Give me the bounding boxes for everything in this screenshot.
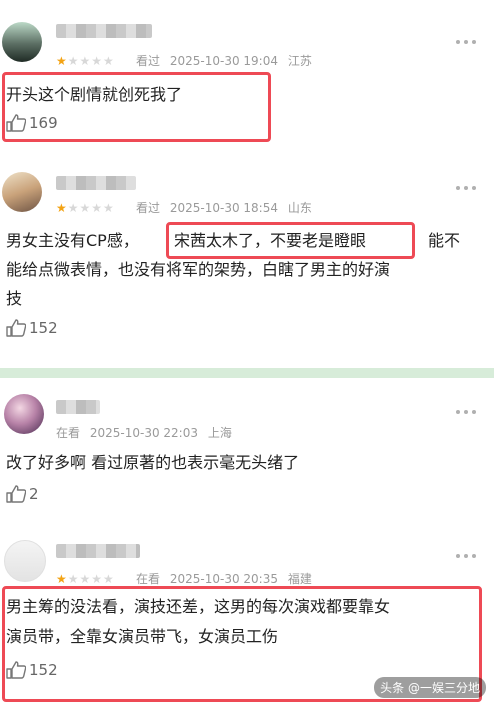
comment-location: 江苏	[287, 54, 312, 68]
watch-status: 看过	[136, 54, 161, 68]
star-rating: ★★★★★	[56, 201, 115, 215]
comment-date: 2025-10-30 18:54	[169, 201, 278, 215]
comment-meta: 看过 2025-10-30 19:04 江苏	[136, 54, 318, 68]
comment-date: 2025-10-30 19:04	[169, 54, 278, 68]
avatar[interactable]	[4, 540, 46, 582]
highlight-box	[166, 222, 415, 259]
comment-text-part: 能不	[428, 231, 461, 250]
comment-date: 2025-10-30 20:35	[169, 572, 278, 586]
comment-location: 山东	[287, 201, 312, 215]
thumbs-up-icon	[6, 485, 26, 503]
username-blurred[interactable]	[56, 176, 136, 190]
comment-text-line: 技	[6, 289, 23, 308]
like-button[interactable]: 152	[6, 318, 58, 338]
watch-status: 在看	[56, 426, 81, 440]
comment-location: 福建	[287, 572, 312, 586]
username-blurred[interactable]	[56, 400, 100, 414]
thumbs-up-icon	[6, 319, 26, 337]
highlight-box	[2, 72, 271, 142]
username-blurred[interactable]	[56, 544, 140, 558]
comment-meta: 在看 2025-10-30 22:03 上海	[56, 426, 238, 440]
like-count: 152	[29, 319, 58, 337]
section-divider	[0, 368, 494, 378]
comment-text-line: 能给点微表情，也没有将军的架势，白瞎了男主的好演	[6, 260, 391, 279]
comment-text: 改了好多啊 看过原著的也表示毫无头绪了	[6, 453, 300, 472]
avatar[interactable]	[2, 172, 42, 212]
more-options-icon[interactable]	[456, 186, 476, 192]
watch-status: 在看	[136, 572, 161, 586]
username-blurred[interactable]	[56, 24, 152, 38]
star-rating: ★★★★★	[56, 572, 115, 586]
comment-date: 2025-10-30 22:03	[89, 426, 198, 440]
comment-panel-bottom: 在看 2025-10-30 22:03 上海 改了好多啊 看过原著的也表示毫无头…	[0, 378, 494, 706]
avatar[interactable]	[4, 394, 44, 434]
more-options-icon[interactable]	[456, 554, 476, 560]
avatar[interactable]	[2, 22, 42, 62]
watermark: 头条 @一娱三分地	[374, 677, 486, 698]
comment-meta: 看过 2025-10-30 18:54 山东	[136, 201, 318, 215]
comment-text-part: 男女主没有CP感，	[6, 231, 139, 250]
comment-meta: 在看 2025-10-30 20:35 福建	[136, 572, 318, 586]
like-count: 2	[29, 485, 39, 503]
watch-status: 看过	[136, 201, 161, 215]
more-options-icon[interactable]	[456, 40, 476, 46]
comment-panel-top: ★★★★★ 看过 2025-10-30 19:04 江苏 开头这个剧情就创死我了…	[0, 0, 494, 369]
star-rating: ★★★★★	[56, 54, 115, 68]
more-options-icon[interactable]	[456, 410, 476, 416]
like-button[interactable]: 2	[6, 484, 39, 504]
comment-location: 上海	[207, 426, 232, 440]
